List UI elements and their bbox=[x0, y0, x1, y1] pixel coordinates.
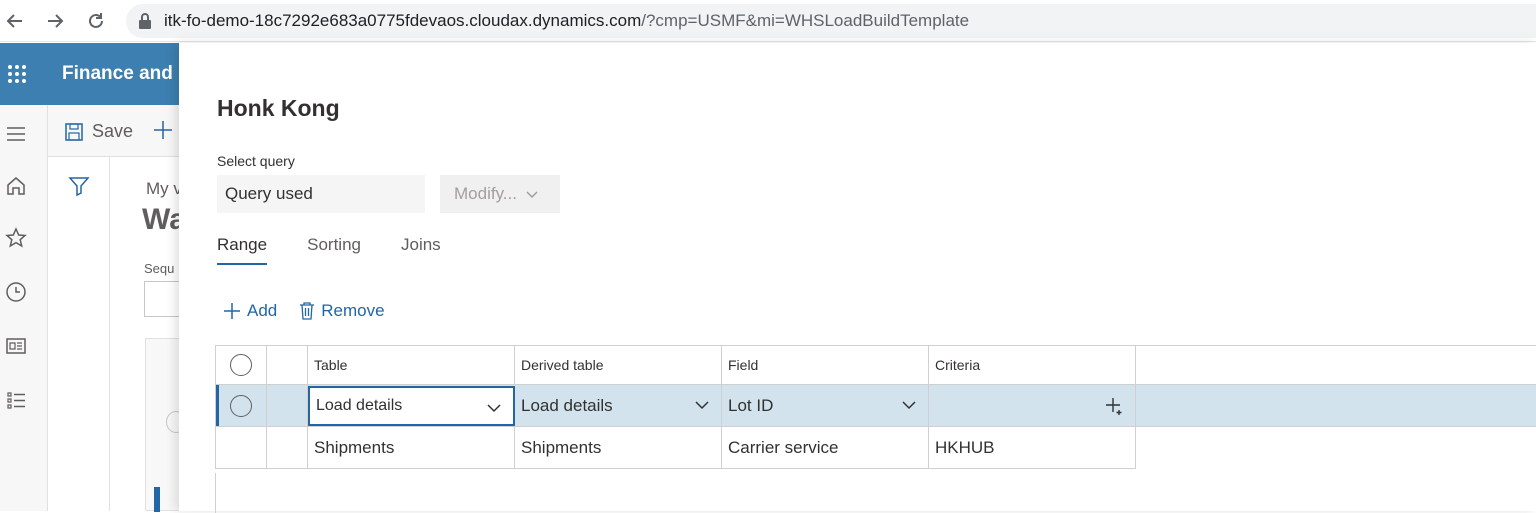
background-text-my: My v bbox=[146, 179, 182, 198]
app-header: Finance and bbox=[0, 43, 180, 105]
range-grid: Table Derived table Field Criteria Load … bbox=[215, 345, 1536, 513]
add-icon bbox=[224, 303, 240, 319]
row-indicator bbox=[267, 385, 308, 426]
select-query-label: Select query bbox=[217, 153, 295, 169]
select-query-input[interactable] bbox=[217, 175, 425, 213]
remove-label: Remove bbox=[321, 301, 385, 320]
filter-icon bbox=[68, 175, 90, 202]
modules-list-icon[interactable] bbox=[5, 389, 27, 411]
table-cell[interactable]: Shipments bbox=[308, 427, 515, 468]
chevron-down-icon bbox=[526, 191, 538, 199]
tab-sorting[interactable]: Sorting bbox=[307, 235, 361, 265]
browser-bar: itk-fo-demo-18c7292e683a0775fdevaos.clou… bbox=[0, 0, 1536, 42]
table-dropdown[interactable]: Load details bbox=[308, 386, 515, 426]
chevron-down-icon bbox=[902, 401, 916, 410]
table-row[interactable]: Load details Load details Lot ID bbox=[215, 385, 1536, 427]
select-all-cell[interactable] bbox=[215, 346, 267, 384]
select-all-radio[interactable] bbox=[230, 354, 252, 376]
background-new-icon bbox=[152, 119, 174, 146]
lookup-plus-icon[interactable] bbox=[1105, 396, 1125, 416]
tab-joins[interactable]: Joins bbox=[401, 235, 441, 265]
derived-table-value: Load details bbox=[521, 395, 613, 415]
background-toolbar: Save bbox=[48, 105, 180, 157]
background-filter-pane bbox=[48, 157, 110, 511]
add-button[interactable]: Add bbox=[223, 301, 277, 321]
table-row[interactable]: Shipments Shipments Carrier service HKHU… bbox=[215, 427, 1136, 469]
tab-range[interactable]: Range bbox=[217, 235, 268, 265]
back-icon[interactable] bbox=[2, 8, 28, 34]
row-indicator-header bbox=[267, 346, 308, 384]
background-card bbox=[145, 338, 186, 512]
background-save-label: Save bbox=[92, 121, 134, 141]
query-dialog: Honk Kong Select query Modify... Range S… bbox=[179, 43, 1536, 513]
trash-icon bbox=[300, 302, 315, 320]
app-launcher-icon[interactable] bbox=[6, 63, 28, 85]
row-select-radio[interactable] bbox=[230, 394, 252, 417]
workspace-icon[interactable] bbox=[5, 335, 27, 357]
forward-icon[interactable] bbox=[42, 8, 68, 34]
query-tabs: Range Sorting Joins bbox=[217, 235, 441, 265]
chevron-down-icon bbox=[695, 401, 709, 410]
background-selection-bar bbox=[154, 487, 160, 512]
modify-label: Modify... bbox=[454, 184, 517, 203]
nav-rail bbox=[0, 105, 48, 511]
background-save-button: Save bbox=[64, 121, 133, 142]
grid-left-border bbox=[215, 473, 216, 513]
app-title: Finance and bbox=[62, 63, 173, 84]
lock-icon bbox=[138, 13, 152, 29]
background-input bbox=[144, 281, 180, 317]
background-text-sequ: Sequ bbox=[144, 261, 175, 276]
row-select-cell[interactable] bbox=[215, 385, 267, 426]
chevron-down-icon bbox=[487, 404, 501, 413]
clock-icon[interactable] bbox=[5, 281, 27, 303]
field-value: Lot ID bbox=[728, 395, 774, 415]
save-icon bbox=[65, 122, 83, 141]
hamburger-icon[interactable] bbox=[5, 123, 27, 145]
dialog-title: Honk Kong bbox=[217, 95, 340, 121]
derived-table-dropdown[interactable]: Load details bbox=[515, 385, 722, 426]
url-host: itk-fo-demo-18c7292e683a0775fdevaos.clou… bbox=[164, 11, 642, 30]
star-icon[interactable] bbox=[5, 227, 27, 249]
column-header-derived-table[interactable]: Derived table bbox=[515, 346, 722, 384]
criteria-cell[interactable]: HKHUB bbox=[929, 427, 1136, 468]
grid-actions: Add Remove bbox=[223, 301, 385, 321]
add-label: Add bbox=[247, 301, 278, 320]
field-cell[interactable]: Carrier service bbox=[722, 427, 929, 468]
criteria-field[interactable] bbox=[929, 385, 1136, 426]
grid-header-row: Table Derived table Field Criteria bbox=[215, 345, 1536, 385]
field-dropdown[interactable]: Lot ID bbox=[722, 385, 929, 426]
url-path: /?cmp=USMF&mi=WHSLoadBuildTemplate bbox=[641, 11, 970, 30]
modify-button[interactable]: Modify... bbox=[440, 175, 560, 213]
row-select-cell[interactable] bbox=[215, 427, 267, 468]
row-indicator bbox=[267, 427, 308, 468]
table-value: Load details bbox=[316, 397, 403, 414]
home-icon[interactable] bbox=[5, 175, 27, 197]
column-header-criteria[interactable]: Criteria bbox=[929, 346, 1136, 384]
address-bar[interactable]: itk-fo-demo-18c7292e683a0775fdevaos.clou… bbox=[126, 4, 1536, 38]
derived-table-cell[interactable]: Shipments bbox=[515, 427, 722, 468]
remove-button[interactable]: Remove bbox=[299, 301, 385, 321]
column-header-table[interactable]: Table bbox=[308, 346, 515, 384]
reload-icon[interactable] bbox=[83, 8, 109, 34]
column-header-field[interactable]: Field bbox=[722, 346, 929, 384]
